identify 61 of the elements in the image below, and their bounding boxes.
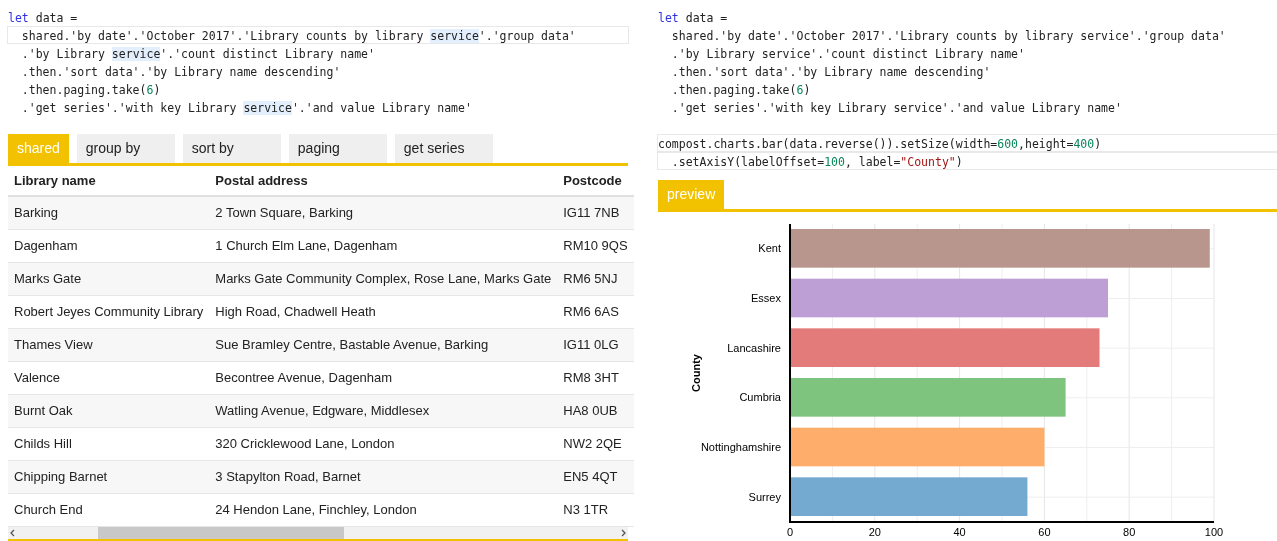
code-line: .then.paging.take(6)	[670, 82, 812, 98]
table-cell: IG11 0LG	[557, 328, 634, 361]
tick-label: 100	[1204, 526, 1224, 538]
code-line: shared.'by date'.'October 2017'.'Library counts by library service'.'group data'	[670, 28, 1227, 44]
code-line: let data =	[657, 10, 729, 26]
table-cell: IG11 7NB	[557, 196, 634, 229]
table-cell: Marks Gate	[8, 262, 210, 295]
table-cell: 2 Town Square, Barking	[209, 196, 558, 229]
category-label: Cumbria	[739, 391, 781, 404]
tick-label: 60	[1038, 526, 1051, 538]
table-cell: Barking	[8, 196, 210, 229]
tab[interactable]: paging	[288, 134, 387, 163]
code-line: .'by Library service'.'count distinct Library name'	[670, 46, 1026, 62]
table-cell: 320 Cricklewood Lane, London	[209, 427, 558, 460]
table-cell: 24 Hendon Lane, Finchley, London	[209, 493, 558, 526]
code-line: .'get series'.'with key Library service'.'and value Library name'	[20, 100, 473, 116]
table-cell: EN5 4QT	[557, 460, 634, 493]
table-cell: High Road, Chadwell Heath	[209, 295, 558, 328]
code-line: let data =	[7, 10, 79, 26]
table-cell: RM6 5NJ	[557, 262, 634, 295]
table-cell: Dagenham	[8, 229, 210, 262]
table-cell: 1 Church Elm Lane, Dagenham	[209, 229, 558, 262]
table-cell: 3 Stapylton Road, Barnet	[209, 460, 558, 493]
table-cell: Childs Hill	[8, 427, 210, 460]
code-line: .then.'sort data'.'by Library name descending'	[20, 64, 342, 80]
code-line: .'get series'.'with key Library service'.'and value Library name'	[670, 100, 1123, 116]
table-cell: Burnt Oak	[8, 394, 210, 427]
tick-label: 40	[953, 526, 966, 538]
code-line: .then.'sort data'.'by Library name descending'	[670, 64, 992, 80]
tick-label: 20	[868, 526, 881, 538]
table-cell: Becontree Avenue, Dagenham	[209, 361, 558, 394]
table-cell: Chipping Barnet	[8, 460, 210, 493]
table-cell: RM8 3HT	[557, 361, 634, 394]
tab[interactable]: sort by	[182, 134, 281, 163]
column-header: Postcode	[557, 166, 634, 196]
table-cell: RM6 6AS	[557, 295, 634, 328]
table-cell: N3 1TR	[557, 493, 634, 526]
tab[interactable]: group by	[76, 134, 175, 163]
tick-label: 0	[786, 526, 794, 538]
table-cell: Robert Jeyes Community Library	[8, 295, 210, 328]
table-cell: Sue Bramley Centre, Bastable Avenue, Barking	[209, 328, 558, 361]
tab[interactable]: get series	[394, 134, 493, 163]
category-label: Kent	[758, 242, 781, 255]
table-cell: Thames View	[8, 328, 210, 361]
tick-label: 80	[1123, 526, 1136, 538]
column-header: Postal address	[209, 166, 558, 196]
category-label: Essex	[751, 292, 781, 304]
table-cell: HA8 0UB	[557, 394, 634, 427]
table-cell: NW2 2QE	[557, 427, 634, 460]
table-cell: Watling Avenue, Edgware, Middlesex	[209, 394, 558, 427]
code-line: .then.paging.take(6)	[20, 82, 162, 98]
table-cell: Valence	[8, 361, 210, 394]
table-cell: RM10 9QS	[557, 229, 634, 262]
table-cell: Church End	[8, 493, 210, 526]
code-line: .'by Library service'.'count distinct Library name'	[20, 46, 376, 62]
table-cell: Marks Gate Community Complex, Rose Lane, Marks Gate	[209, 262, 558, 295]
category-label: Nottinghamshire	[700, 441, 781, 453]
column-header: Library name	[8, 166, 210, 196]
category-label: Surrey	[748, 490, 781, 503]
axis-title: County	[690, 354, 702, 392]
category-label: Lancashire	[727, 341, 781, 354]
